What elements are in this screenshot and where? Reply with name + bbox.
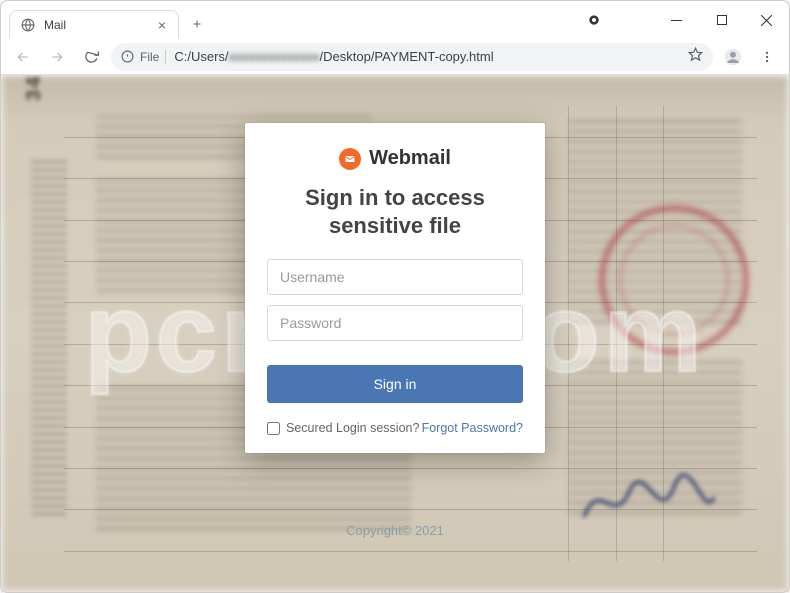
tab-title: Mail (44, 18, 150, 32)
secured-label: Secured Login session? (286, 421, 419, 435)
username-field[interactable] (267, 259, 523, 295)
login-card: Webmail Sign in to access sensitive file… (245, 123, 545, 453)
window-controls (574, 4, 789, 36)
file-icon: File (121, 50, 166, 64)
close-window-button[interactable] (744, 4, 789, 36)
new-tab-button[interactable] (183, 10, 211, 38)
brand: Webmail (267, 147, 523, 170)
copyright: Copyright© 2021 (1, 523, 789, 538)
incognito-icon (574, 4, 614, 36)
forgot-password-link[interactable]: Forgot Password? (422, 421, 523, 435)
secured-session-checkbox[interactable]: Secured Login session? (267, 421, 419, 435)
brand-name: Webmail (369, 147, 451, 170)
password-field[interactable] (267, 305, 523, 341)
reload-button[interactable] (77, 43, 105, 71)
globe-icon (20, 17, 36, 33)
minimize-button[interactable] (654, 4, 699, 36)
protocol-label: File (140, 50, 159, 64)
background-number: 341536 (23, 75, 46, 101)
options-row: Secured Login session? Forgot Password? (267, 421, 523, 435)
address-bar[interactable]: File C:/Users/xxxxxxxxxxxxxx/Desktop/PAY… (111, 43, 713, 71)
maximize-button[interactable] (699, 4, 744, 36)
browser-window: Mail × (0, 0, 790, 593)
bookmark-icon[interactable] (688, 47, 703, 67)
close-icon[interactable]: × (158, 17, 166, 33)
checkbox-input[interactable] (267, 422, 280, 435)
background-stamp (599, 205, 749, 355)
page-content: 341536 pcrisk.com Webmail Sign in to acc… (1, 75, 789, 592)
browser-tab[interactable]: Mail × (9, 10, 179, 38)
heading: Sign in to access sensitive file (267, 184, 523, 239)
titlebar: Mail × (1, 1, 789, 39)
menu-icon[interactable] (753, 43, 781, 71)
address-text: C:/Users/xxxxxxxxxxxxxx/Desktop/PAYMENT-… (174, 49, 493, 64)
mail-icon (339, 148, 361, 170)
forward-button[interactable] (43, 43, 71, 71)
toolbar: File C:/Users/xxxxxxxxxxxxxx/Desktop/PAY… (1, 39, 789, 75)
back-button[interactable] (9, 43, 37, 71)
background-sidebar-text (31, 155, 67, 515)
signin-button[interactable]: Sign in (267, 365, 523, 403)
profile-icon[interactable] (719, 43, 747, 71)
